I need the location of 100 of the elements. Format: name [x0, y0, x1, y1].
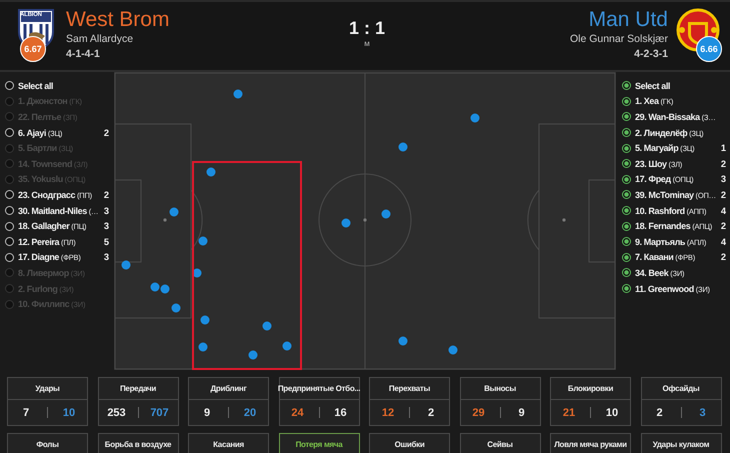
formation-text: 4-2-3-1 — [634, 48, 668, 60]
stat-card[interactable]: Удары кулаком — [640, 433, 722, 453]
event-count: 3 — [720, 174, 726, 184]
period-label: м — [364, 39, 370, 48]
checkbox[interactable] — [622, 128, 631, 138]
checkbox[interactable] — [622, 112, 631, 122]
event-count: 3 — [102, 206, 109, 216]
match-score: 1 : 1 — [348, 18, 386, 39]
stat-card[interactable]: Потеря мяча — [278, 433, 360, 453]
away-value: 10 — [604, 406, 620, 418]
stat-card[interactable]: Блокировки 21 10 — [550, 377, 631, 426]
checkbox[interactable] — [5, 237, 14, 246]
stat-title: Дриблинг — [189, 378, 268, 400]
stat-card[interactable]: Фолы — [7, 433, 88, 453]
away-value: 16 — [333, 406, 348, 418]
player-name[interactable]: Select all — [18, 80, 113, 91]
event-count: 3 — [102, 221, 109, 232]
stat-card[interactable]: Ловля мяча руками — [550, 433, 631, 453]
coach-name: Ole Gunnar Solskjær — [570, 33, 668, 45]
checkbox[interactable] — [622, 206, 631, 216]
away-value: 707 — [149, 406, 170, 418]
checkbox[interactable] — [622, 237, 631, 246]
home-value: 12 — [380, 406, 396, 418]
rating-badge: 6.66 — [696, 36, 722, 62]
away-value: 20 — [242, 406, 258, 418]
event-count: 4 — [720, 236, 726, 247]
checkbox[interactable] — [622, 284, 631, 294]
event-count: 2 — [720, 190, 726, 200]
rating-badge: 6.67 — [20, 36, 46, 62]
event-dot — [398, 142, 408, 152]
event-dot — [198, 342, 208, 352]
stat-title: Перехваты — [370, 378, 449, 400]
event-dot — [282, 342, 292, 350]
checkbox[interactable] — [622, 222, 631, 231]
home-value: 253 — [106, 406, 127, 418]
event-dot — [470, 114, 480, 122]
checkbox[interactable] — [622, 81, 631, 90]
stat-card[interactable]: Выносы 29 9 — [460, 377, 540, 426]
home-value: 24 — [290, 406, 305, 418]
checkbox[interactable] — [5, 190, 14, 200]
player-name[interactable]: Select all — [635, 80, 730, 91]
event-dot — [234, 90, 242, 98]
home-value: 2 — [655, 406, 664, 418]
event-count: 2 — [720, 158, 726, 169]
stat-card[interactable]: Борьба в воздухе — [98, 433, 178, 453]
event-count: 2 — [102, 128, 109, 138]
event-count: 4 — [720, 206, 726, 216]
event-dot — [262, 322, 272, 330]
team-name: West Brom — [66, 8, 170, 32]
event-dot — [398, 336, 408, 346]
stat-card[interactable]: Дриблинг 9 20 — [188, 377, 269, 426]
checkbox[interactable] — [622, 252, 631, 262]
home-value: 7 — [22, 406, 30, 418]
event-count: 3 — [102, 252, 109, 262]
event-dot — [198, 236, 208, 246]
event-count: 1 — [720, 143, 726, 154]
event-dot — [448, 346, 458, 354]
stat-title: Предпринятые Отбо... — [280, 378, 358, 400]
checkbox[interactable] — [5, 252, 14, 262]
checkbox[interactable] — [5, 81, 14, 90]
stat-card[interactable]: Удары 7 10 — [7, 377, 88, 426]
home-value: 9 — [202, 406, 212, 418]
stat-card[interactable]: Ошибки — [369, 433, 450, 453]
event-dot — [192, 268, 202, 278]
stat-card[interactable]: Предпринятые Отбо... 24 16 — [278, 377, 360, 426]
event-dot — [150, 282, 160, 292]
stat-title: Передачи — [98, 378, 178, 400]
event-count: 2 — [102, 190, 109, 200]
checkbox[interactable] — [622, 190, 631, 200]
event-dot — [160, 284, 170, 294]
event-dot — [248, 350, 258, 360]
checkbox[interactable] — [622, 159, 631, 168]
checkbox[interactable] — [622, 144, 631, 153]
away-value: 3 — [698, 406, 707, 418]
stat-card[interactable]: Сейвы — [460, 433, 540, 453]
checkbox[interactable] — [622, 174, 631, 184]
stat-title: Выносы — [460, 378, 540, 400]
away-value: 10 — [62, 406, 76, 418]
event-dot — [200, 316, 210, 324]
stat-card[interactable]: Передачи 253 707 — [98, 377, 178, 426]
event-count: 2 — [720, 252, 726, 262]
home-value: 21 — [562, 406, 576, 418]
stat-title: Офсайды — [642, 378, 720, 400]
event-dot — [206, 168, 216, 176]
event-dot — [170, 208, 178, 216]
stat-title: Удары — [8, 378, 87, 400]
checkbox[interactable] — [5, 222, 14, 231]
checkbox[interactable] — [622, 96, 631, 106]
checkbox[interactable] — [622, 268, 631, 278]
stat-card[interactable]: Офсайды 2 3 — [640, 377, 722, 426]
home-value: 29 — [471, 406, 486, 418]
away-value: 9 — [517, 406, 526, 418]
checkbox[interactable] — [5, 128, 14, 138]
event-count: 2 — [720, 221, 726, 232]
stat-card[interactable]: Перехваты 12 2 — [369, 377, 450, 426]
checkbox[interactable] — [5, 206, 14, 216]
event-dot — [122, 260, 130, 270]
stat-card[interactable]: Касания — [188, 433, 269, 453]
event-dot — [172, 304, 180, 312]
team-name: Man Utd — [588, 8, 668, 32]
